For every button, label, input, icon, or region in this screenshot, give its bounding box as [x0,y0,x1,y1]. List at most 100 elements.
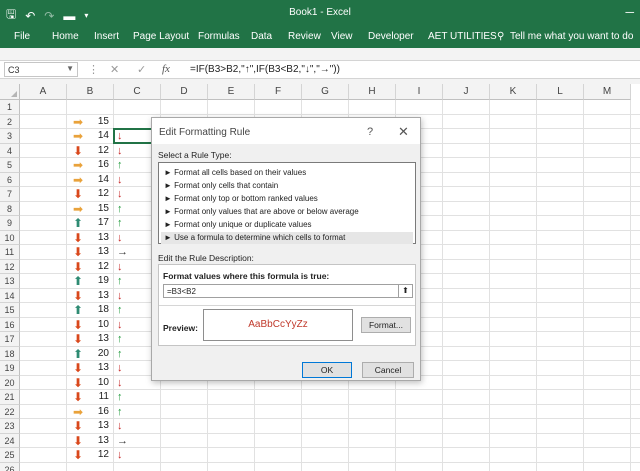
row-header[interactable]: 22 [0,404,20,419]
cell-arrow[interactable]: ↓ [117,376,131,391]
tell-me-search[interactable]: Tell me what you want to do [510,31,633,42]
cell-arrow[interactable]: ↓ [117,318,131,333]
cell-value[interactable]: 19 [89,274,109,289]
row-header[interactable]: 21 [0,390,20,405]
cell-arrow[interactable]: ↑ [117,216,131,231]
cell-value[interactable]: 12 [89,448,109,463]
help-icon[interactable]: ? [367,126,373,138]
cell-arrow[interactable]: ↑ [117,390,131,405]
cell-value[interactable]: 16 [89,405,109,420]
cell-arrow[interactable]: ↓ [117,448,131,463]
ok-button[interactable]: OK [302,362,352,378]
rule-type-item[interactable]: ► Format only cells that contain [161,180,413,192]
cell-arrow[interactable]: ↓ [117,144,131,159]
row-header[interactable]: 13 [0,274,20,289]
tab-formulas[interactable]: Formulas [198,31,240,42]
row-header[interactable]: 11 [0,245,20,260]
row-header[interactable]: 10 [0,230,20,245]
insert-function-icon[interactable]: fx [162,63,170,75]
row-header[interactable]: 24 [0,433,20,448]
cell-arrow[interactable]: ↓ [117,187,131,202]
row-header[interactable]: 6 [0,172,20,187]
row-header[interactable]: 19 [0,361,20,376]
column-header-a[interactable]: A [20,84,67,100]
formula-field[interactable]: =B3<B2 ⬆ [163,284,413,298]
row-header[interactable]: 1 [0,100,20,115]
cell-value[interactable]: 13 [89,434,109,449]
row-header[interactable]: 8 [0,201,20,216]
row-header[interactable]: 2 [0,114,20,129]
cell-arrow[interactable]: ↑ [117,274,131,289]
row-header[interactable]: 18 [0,346,20,361]
column-header-h[interactable]: H [349,84,396,100]
cell-arrow[interactable]: ↑ [117,405,131,420]
cell-value[interactable]: 13 [89,231,109,246]
cell-value[interactable]: 14 [89,173,109,188]
close-icon[interactable]: ✕ [398,124,409,140]
cell-value[interactable]: 13 [89,245,109,260]
row-header[interactable]: 4 [0,143,20,158]
chevron-down-icon[interactable]: ▼ [66,64,74,73]
cell-value[interactable]: 20 [89,347,109,362]
minimize-icon[interactable]: ─ [625,5,634,19]
cell-arrow[interactable]: → [117,245,131,260]
column-header-l[interactable]: L [537,84,584,100]
tab-insert[interactable]: Insert [94,31,119,42]
rule-type-item[interactable]: ► Use a formula to determine which cells… [161,232,413,244]
enter-icon[interactable]: ✓ [137,63,146,76]
dialog-title-bar[interactable]: Edit Formatting Rule ? ✕ [152,118,420,144]
cell-arrow[interactable]: ↓ [117,173,131,188]
tab-data[interactable]: Data [251,31,272,42]
cell-value[interactable]: 12 [89,144,109,159]
row-header[interactable]: 23 [0,419,20,434]
column-header-i[interactable]: I [396,84,443,100]
cancel-icon[interactable]: ✕ [110,63,119,76]
tab-review[interactable]: Review [288,31,321,42]
select-all-corner[interactable] [0,84,20,100]
cell-arrow[interactable]: ↑ [117,303,131,318]
row-header[interactable]: 16 [0,317,20,332]
cell-arrow[interactable]: ↓ [117,260,131,275]
formula-input[interactable]: =IF(B3>B2,"↑",IF(B3<B2,"↓","→")) [190,64,340,75]
cancel-button[interactable]: Cancel [362,362,414,378]
column-header-b[interactable]: B [67,84,114,100]
rule-type-item[interactable]: ► Format only top or bottom ranked value… [161,193,413,205]
cell-value[interactable]: 11 [89,390,109,405]
rule-type-item[interactable]: ► Format only unique or duplicate values [161,219,413,231]
cell-value[interactable]: 13 [89,289,109,304]
cell-value[interactable]: 15 [89,202,109,217]
cell-value[interactable]: 13 [89,332,109,347]
tab-file[interactable]: File [14,31,30,42]
tab-page-layout[interactable]: Page Layout [133,31,189,42]
rule-type-item[interactable]: ► Format only values that are above or b… [161,206,413,218]
row-header[interactable]: 15 [0,303,20,318]
rule-type-list[interactable]: ► Format all cells based on their values… [158,162,416,244]
column-header-c[interactable]: C [114,84,161,100]
cell-value[interactable]: 14 [89,129,109,144]
cell-value[interactable]: 10 [89,318,109,333]
tab-aet-utilities[interactable]: AET UTILITIES [428,31,497,42]
column-header-g[interactable]: G [302,84,349,100]
column-header-k[interactable]: K [490,84,537,100]
cell-value[interactable]: 13 [89,419,109,434]
cell-arrow[interactable]: ↓ [117,419,131,434]
row-header[interactable]: 9 [0,216,20,231]
row-header[interactable]: 7 [0,187,20,202]
cell-arrow[interactable]: ↓ [117,361,131,376]
row-header[interactable]: 12 [0,259,20,274]
cell-arrow[interactable]: ↑ [117,347,131,362]
cell-value[interactable]: 18 [89,303,109,318]
cell-arrow[interactable]: ↑ [117,158,131,173]
cell-value[interactable]: 10 [89,376,109,391]
cell-arrow[interactable]: ↓ [117,289,131,304]
row-header[interactable]: 17 [0,332,20,347]
cell-arrow[interactable]: ↓ [117,231,131,246]
cell-arrow[interactable]: ↑ [117,202,131,217]
cell-value[interactable]: 13 [89,361,109,376]
column-header-m[interactable]: M [584,84,631,100]
name-box[interactable]: C3 ▼ [4,62,78,77]
cell-value[interactable]: 12 [89,260,109,275]
column-header-e[interactable]: E [208,84,255,100]
cell-value[interactable]: 15 [89,115,109,130]
cell-value[interactable]: 16 [89,158,109,173]
